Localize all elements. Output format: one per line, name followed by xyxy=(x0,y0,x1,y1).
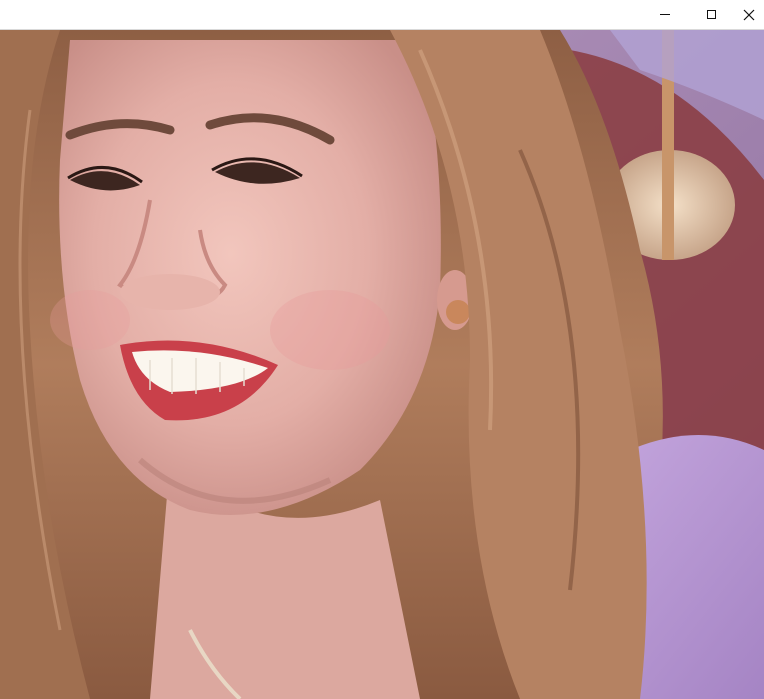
minimize-button[interactable] xyxy=(642,0,688,29)
photo-portrait xyxy=(0,30,764,699)
title-bar[interactable] xyxy=(0,0,764,30)
close-icon xyxy=(743,9,755,20)
maximize-icon xyxy=(706,10,716,19)
image-viewport xyxy=(0,30,764,699)
app-window xyxy=(0,0,764,699)
close-button[interactable] xyxy=(734,0,764,29)
minimize-icon xyxy=(660,14,670,15)
maximize-button[interactable] xyxy=(688,0,734,29)
